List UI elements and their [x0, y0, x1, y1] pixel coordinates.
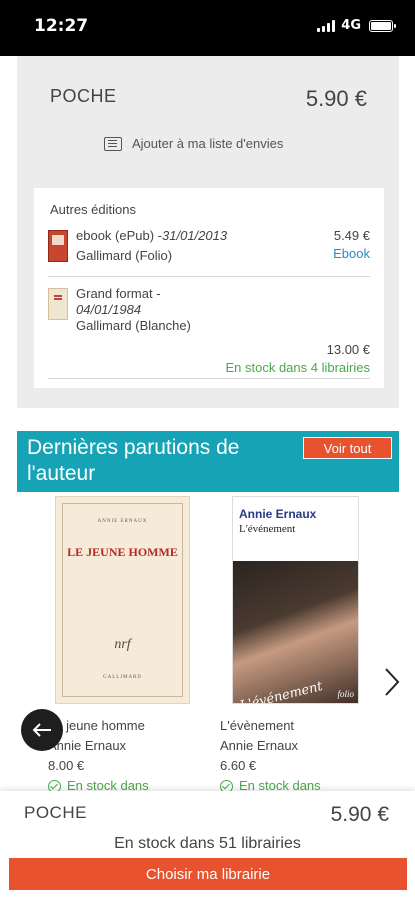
- back-button[interactable]: [21, 709, 63, 751]
- choose-bookstore-button[interactable]: Choisir ma librairie: [9, 858, 407, 890]
- edition-price: 13.00 €: [326, 342, 370, 357]
- edition-publisher: Gallimard (Folio): [76, 248, 173, 263]
- cover-frame: [62, 503, 183, 697]
- edition-date: 04/01/1984: [76, 302, 142, 317]
- format-price: 5.90 €: [305, 86, 367, 111]
- book-info-le-jeune-homme[interactable]: Le jeune homme Annie Ernaux 8.00 € En st…: [48, 716, 149, 796]
- chevron-right-icon[interactable]: [380, 664, 404, 700]
- wishlist-label: Ajouter à ma liste d'envies: [132, 136, 284, 151]
- cover-author: ANNIE ERNAUX: [97, 519, 148, 524]
- cover-publisher: folio: [337, 689, 354, 699]
- bottom-stock: En stock dans 51 librairies: [114, 835, 301, 852]
- cover-title: LE JEUNE HOMME: [67, 545, 178, 559]
- cover-author: Annie Ernaux: [239, 507, 317, 521]
- edition-grand-format[interactable]: Grand format - 04/01/1984 Gallimard (Bla…: [48, 286, 370, 376]
- cover-title: L'événement: [239, 523, 296, 535]
- edition-thumbnail: [48, 288, 68, 320]
- edition-thumbnail: [48, 230, 68, 262]
- book-title: L'évènement: [220, 718, 295, 733]
- book-author: Annie Ernaux: [220, 738, 299, 753]
- bottom-purchase-bar: POCHE 5.90 € En stock dans 51 librairies…: [0, 791, 415, 900]
- signal-icon: [317, 19, 336, 32]
- edition-format: Grand format -: [76, 286, 161, 301]
- edition-price: 5.49 €: [333, 228, 370, 243]
- book-cover-l-evenement[interactable]: Annie Ernaux L'événement L'événement fol…: [232, 496, 359, 704]
- other-editions-card: Autres éditions ebook (ePub) -31/01/2013…: [34, 188, 384, 388]
- bottom-price: 5.90 €: [330, 803, 389, 826]
- edition-stock: En stock dans 4 librairies: [225, 360, 370, 375]
- book-author: Annie Ernaux: [48, 738, 127, 753]
- divider: [48, 378, 370, 379]
- see-all-button[interactable]: Voir tout: [303, 437, 392, 459]
- cover-publisher: GALLIMARD: [103, 675, 142, 680]
- section-title: Dernières parutions de l'auteur: [27, 436, 240, 485]
- status-indicators: 4G: [317, 18, 396, 33]
- status-time: 12:27: [34, 16, 89, 36]
- edition-publisher: Gallimard (Blanche): [76, 318, 191, 333]
- book-title: Le jeune homme: [48, 718, 145, 733]
- status-bar: 12:27 4G: [0, 0, 415, 56]
- book-price: 6.60 €: [220, 758, 257, 773]
- book-cover-le-jeune-homme[interactable]: ANNIE ERNAUX LE JEUNE HOMME nrf GALLIMAR…: [55, 496, 190, 704]
- format-name: POCHE: [50, 86, 117, 106]
- back-arrow-icon: [32, 723, 51, 737]
- edition-format: ebook (ePub) -31/01/2013: [76, 228, 228, 243]
- cover-photo: L'événement folio: [233, 561, 358, 704]
- book-info-l-evenement[interactable]: L'évènement Annie Ernaux 6.60 € En stock…: [220, 716, 321, 796]
- ebook-link[interactable]: Ebook: [333, 246, 370, 261]
- add-to-wishlist-button[interactable]: Ajouter à ma liste d'envies: [104, 136, 283, 151]
- divider: [48, 276, 370, 277]
- network-type: 4G: [341, 18, 361, 33]
- book-price: 8.00 €: [48, 758, 85, 773]
- editions-title: Autres éditions: [50, 202, 136, 217]
- cover-logo: nrf: [114, 637, 131, 652]
- battery-icon: [369, 19, 396, 32]
- wishlist-icon: [104, 136, 122, 151]
- author-section-banner: Dernières parutions de l'auteur Voir tou…: [17, 431, 399, 492]
- cover-script-title: L'événement: [238, 678, 325, 704]
- edition-ebook[interactable]: ebook (ePub) -31/01/2013 Gallimard (Foli…: [48, 228, 370, 274]
- bottom-format: POCHE: [24, 803, 87, 822]
